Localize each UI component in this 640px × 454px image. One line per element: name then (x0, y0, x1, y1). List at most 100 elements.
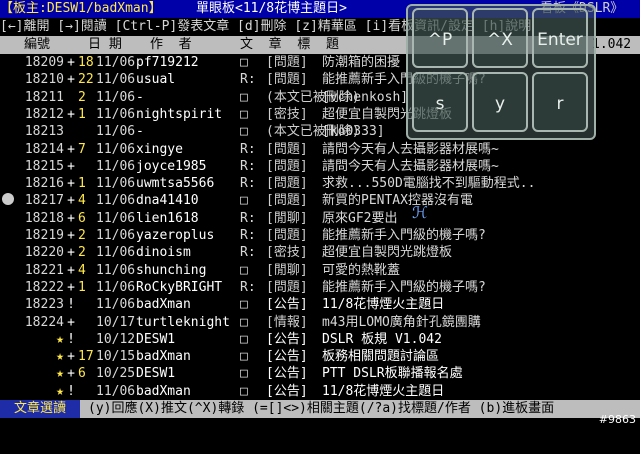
mark: + (67, 314, 75, 330)
reply-mark: R: (240, 210, 256, 226)
list-item[interactable]: 18216 +1 11/06 uwmtsa5566 R: [問題] 求救...550D電腦找… (0, 175, 640, 193)
col-author: 作 者 (150, 37, 192, 52)
list-item[interactable]: 18217 +4 11/06 dna41410 □ [問題] 新買的PENTAX控器沒有電 (0, 192, 640, 210)
list-item[interactable]: 18218 +6 11/06 lien1618 R: [閒聊] 原來GF2要出 (0, 210, 640, 228)
board-master-label: 【板主:DESW1/badXman】 (0, 1, 162, 16)
category: [問題] (266, 72, 308, 88)
article-number: ★ (56, 331, 64, 347)
list-item[interactable]: 18224 +10/17 turtleknight □ [情報] m43用LOMO廣角針孔… (0, 314, 640, 332)
title: 防潮箱的困擾 (322, 55, 401, 70)
reply-mark: □ (240, 366, 248, 382)
author: DESW1 (136, 331, 176, 347)
article-number: ★ (56, 366, 64, 382)
author: DESW1 (136, 366, 176, 382)
key-y[interactable]: y (472, 72, 528, 132)
article-number: 18224 (24, 314, 64, 330)
post-date: 11/06 (96, 245, 136, 261)
title: 請問今天有人去攝影器材展嗎~ (322, 158, 499, 174)
handle-icon[interactable]: ℋ (412, 203, 428, 222)
list-item[interactable]: 18223! 11/06 badXman □ [公告] 11/8花博煙火主題日 (0, 296, 640, 314)
article-number: 18223 (24, 297, 64, 313)
push-count: 18 (78, 55, 94, 70)
post-date: 11/06 (96, 262, 136, 278)
reply-mark: □ (240, 331, 248, 347)
category: [密技] (266, 245, 308, 261)
list-item[interactable]: ★ +6 10/25 DESW1 □ [公告] PTT DSLR板聯播報名處 (0, 365, 640, 383)
author: dinoism (136, 245, 191, 261)
author: uwmtsa5566 (136, 176, 215, 192)
key-ctrl-p[interactable]: ^P (412, 8, 468, 68)
push-count: 4 (78, 193, 86, 209)
col-extra: 1.042 (592, 37, 632, 52)
mark: + (67, 349, 75, 365)
mark: + (67, 210, 75, 226)
mark: + (67, 366, 75, 382)
reply-mark: R: (240, 176, 256, 192)
article-number: 18211 (24, 89, 64, 105)
post-date: 11/06 (96, 89, 136, 105)
category: [公告] (266, 383, 308, 399)
category: [公告] (266, 331, 308, 347)
push-count: 2 (78, 89, 86, 105)
col-date: 日 期 (88, 37, 122, 52)
mark: + (67, 72, 75, 88)
post-date: 11/06 (96, 106, 136, 122)
list-item[interactable]: ★! 10/12 DESW1 □ [公告] DSLR 板規 V1.042 (0, 331, 640, 349)
push-count: 4 (78, 262, 86, 278)
list-item[interactable]: 18214 +7 11/06 xingye R: [問題] 請問今天有人去攝影器材展嗎~ (0, 141, 640, 159)
author: - (136, 89, 144, 105)
article-number: 18222 (24, 279, 64, 295)
category: [公告] (266, 297, 308, 313)
post-date: 11/06 (96, 279, 136, 295)
category: [問題] (266, 279, 308, 295)
post-date: 11/06 (96, 141, 136, 157)
post-date: 11/06 (96, 176, 136, 192)
author: pf719212 (136, 55, 199, 70)
mark: + (67, 176, 75, 192)
cursor-dot-icon (2, 193, 14, 205)
article-number: 18218 (24, 210, 64, 226)
board-title: 單眼板<11/8花博主題日> (196, 1, 347, 16)
title: m43用LOMO廣角針孔鏡團購 (322, 314, 481, 330)
category: [問題] (266, 228, 308, 243)
article-number: ★ (56, 383, 64, 399)
push-count: 22 (78, 72, 94, 88)
category: [問題] (266, 55, 308, 70)
push-count: 1 (78, 279, 86, 295)
list-item[interactable]: 18215 +11/06 joyce1985 R: [問題] 請問今天有人去攝影器材展嗎~ (0, 158, 640, 176)
reply-mark: □ (240, 383, 248, 399)
list-item[interactable]: 18220 +2 11/06 dinoism R: [密技] 超便宜自製閃光跳燈板 (0, 244, 640, 262)
article-number: ★ (56, 349, 64, 365)
reply-mark: □ (240, 89, 248, 105)
title: 板務相關問題討論區 (322, 349, 440, 365)
author: xingye (136, 141, 183, 157)
title: 新買的PENTAX控器沒有電 (322, 193, 473, 209)
mark: + (67, 158, 75, 174)
category: [閒聊] (266, 262, 308, 278)
list-item[interactable]: 18221 +4 11/06 shunching □ [閒聊] 可愛的熱靴蓋 (0, 262, 640, 280)
key-r[interactable]: r (532, 72, 588, 132)
title: 11/8花博煙火主題日 (322, 297, 445, 313)
reply-mark: R: (240, 72, 256, 88)
author: badXman (136, 349, 191, 365)
list-item[interactable]: 18222 +1 11/06 RoCkyBRIGHT R: [問題] 能推薦新手入門級的機子… (0, 279, 640, 297)
author: yazeroplus (136, 228, 215, 243)
category: [問題] (266, 158, 308, 174)
category: [問題] (266, 141, 308, 157)
post-date: 11/06 (96, 297, 136, 313)
title: 11/8花博煙火主題日 (322, 383, 445, 399)
key-enter[interactable]: Enter (532, 8, 588, 68)
list-item[interactable]: 18219 +2 11/06 yazeroplus R: [問題] 能推薦新手入門級的機子嗎… (0, 227, 640, 245)
list-item[interactable]: ★ +17 10/15 badXman □ [公告] 板務相關問題討論區 (0, 348, 640, 366)
post-date: 11/06 (96, 228, 136, 243)
key-s[interactable]: s (412, 72, 468, 132)
title: [vchenkosh] (322, 89, 409, 105)
post-date: 11/06 (96, 124, 136, 140)
mark: ! (67, 297, 75, 313)
list-item[interactable]: ★! 11/06 badXman □ [公告] 11/8花博煙火主題日 (0, 383, 640, 401)
push-count: 1 (78, 176, 86, 192)
soft-keypad: ^P ^X Enter s y r (406, 4, 596, 140)
key-ctrl-x[interactable]: ^X (472, 8, 528, 68)
title: 請問今天有人去攝影器材展嗎~ (322, 141, 499, 157)
title: 能推薦新手入門級的機子嗎? (322, 279, 486, 295)
